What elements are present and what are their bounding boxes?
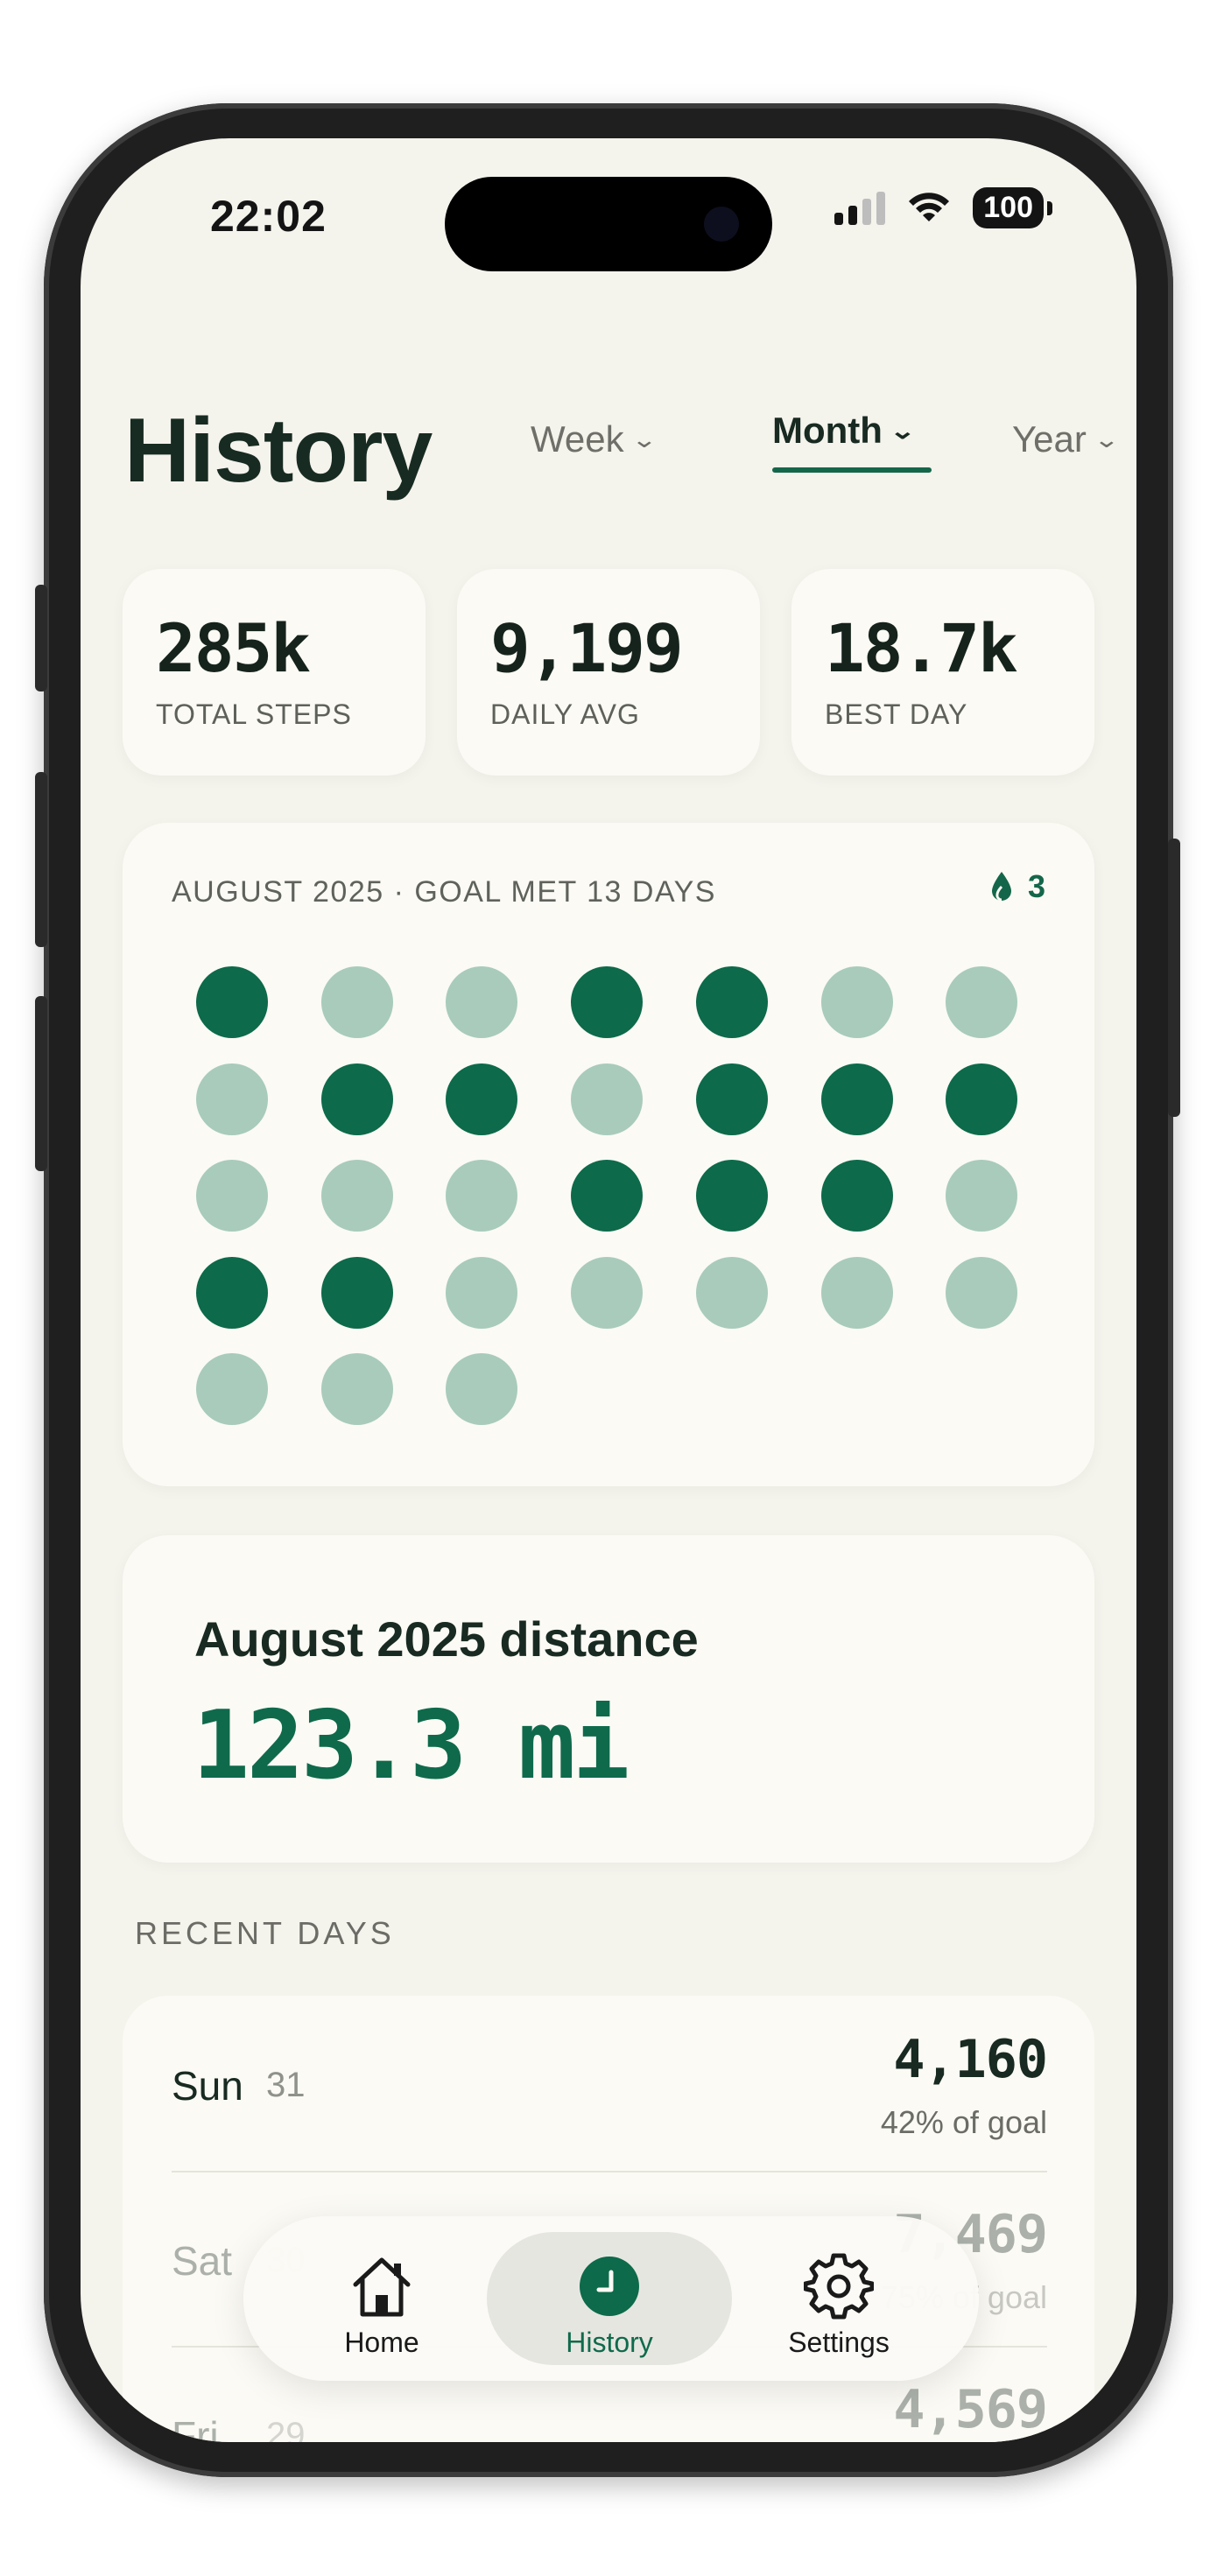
calendar-day-dot[interactable] [320,1353,393,1425]
app-screen: 22:02 100 History Week ⌄ Month ⌄ Year ⌄ [81,138,1136,2442]
day-number: 31 [266,2066,306,2104]
calendar-day-dot[interactable] [571,1160,644,1232]
stat-card-best-day: 18.7k BEST DAY [791,569,1094,776]
day-goal-percent: 42% of goal [880,2104,1047,2140]
calendar-day-dot[interactable] [196,1063,268,1135]
status-time: 22:02 [210,192,327,241]
calendar-day-dot[interactable] [946,966,1018,1038]
stat-value: 9,199 [490,609,684,687]
calendar-day-dot[interactable] [446,1160,518,1232]
calendar-day-dot[interactable] [571,966,644,1038]
day-name: Fri [172,2413,219,2442]
calendar-day-dot[interactable] [446,1063,518,1135]
calendar-day-dot[interactable] [946,1160,1018,1232]
range-tab-label: Year [1012,418,1087,460]
action-button [35,585,47,691]
range-tab-year[interactable]: Year ⌄ [1012,418,1120,460]
distance-card: August 2025 distance 123.3 mi [123,1535,1094,1863]
status-icons: 100 [834,187,1052,228]
chevron-down-icon: ⌄ [630,425,658,453]
stat-card-daily-avg: 9,199 DAILY AVG [457,569,760,776]
flame-icon [991,872,1011,902]
range-tab-label: Week [531,418,624,460]
calendar-day-dot[interactable] [320,1063,393,1135]
volume-up-button [35,772,47,947]
calendar-day-dot[interactable] [446,966,518,1038]
bottom-tab-bar: Home History Settings [243,2216,979,2381]
calendar-day-dot[interactable] [196,1160,268,1232]
calendar-day-dot[interactable] [695,1256,768,1329]
day-name: Sat [172,2238,233,2284]
calendar-day-dot[interactable] [820,1063,893,1135]
distance-value: 123.3 mi [193,1691,630,1800]
camera-icon [704,207,739,242]
calendar-day-dot[interactable] [946,1063,1018,1135]
tab-home[interactable]: Home [259,2232,504,2365]
gear-icon [804,2253,874,2320]
stat-label: DAILY AVG [490,698,640,730]
day-number: 29 [266,2416,306,2442]
calendar-day-dot[interactable] [946,1256,1018,1329]
calendar-heading: AUGUST 2025 · GOAL MET 13 DAYS [172,875,716,909]
calendar-day-dot[interactable] [196,966,268,1038]
day-steps: 4,569 [893,2379,1048,2440]
stat-card-total-steps: 285k TOTAL STEPS [123,569,426,776]
recent-days-heading: RECENT DAYS [135,1915,395,1951]
calendar-day-dot[interactable] [695,1063,768,1135]
calendar-day-dot[interactable] [320,1256,393,1329]
power-button [1168,839,1180,1117]
range-tab-month[interactable]: Month ⌄ [772,410,916,452]
wifi-icon [909,192,950,221]
dynamic-island [445,177,772,271]
calendar-day-dot[interactable] [820,966,893,1038]
clock-icon [580,2257,639,2316]
calendar-day-dot[interactable] [695,1160,768,1232]
calendar-day-dot[interactable] [695,966,768,1038]
calendar-day-dot[interactable] [320,1160,393,1232]
stat-value: 285k [156,609,311,687]
tab-label: History [566,2327,653,2358]
streak-badge: 3 [989,868,1045,905]
volume-down-button [35,996,47,1171]
calendar-day-dot[interactable] [320,966,393,1038]
day-steps: 4,160 [893,2029,1048,2090]
month-goal-calendar: AUGUST 2025 · GOAL MET 13 DAYS 3 [123,823,1094,1486]
calendar-day-dot[interactable] [820,1160,893,1232]
distance-label: August 2025 distance [194,1611,699,1667]
stat-value: 18.7k [825,609,1018,687]
calendar-day-dot[interactable] [196,1256,268,1329]
chevron-down-icon: ⌄ [889,417,917,444]
stat-label: TOTAL STEPS [156,698,352,730]
chevron-down-icon: ⌄ [1093,425,1121,453]
streak-count: 3 [1027,868,1045,904]
tab-history[interactable]: History [487,2232,732,2365]
calendar-day-dot[interactable] [446,1353,518,1425]
tab-label: Settings [788,2327,890,2358]
day-name: Sun [172,2063,243,2109]
calendar-day-dot[interactable] [196,1353,268,1425]
cellular-signal-icon [834,191,886,225]
page-title: History [124,400,433,502]
battery-icon: 100 [973,187,1052,228]
range-tab-label: Month [772,410,883,451]
calendar-day-dot[interactable] [571,1063,644,1135]
active-range-underline [772,467,932,473]
tab-settings[interactable]: Settings [716,2232,961,2365]
home-icon [353,2257,411,2317]
list-item[interactable]: Sun 31 4,160 42% of goal [172,1996,1048,2171]
tab-label: Home [344,2327,419,2358]
range-tab-week[interactable]: Week ⌄ [531,418,658,460]
calendar-day-dot[interactable] [820,1256,893,1329]
calendar-day-dot[interactable] [446,1256,518,1329]
stat-label: BEST DAY [825,698,968,730]
calendar-day-dot[interactable] [571,1256,644,1329]
